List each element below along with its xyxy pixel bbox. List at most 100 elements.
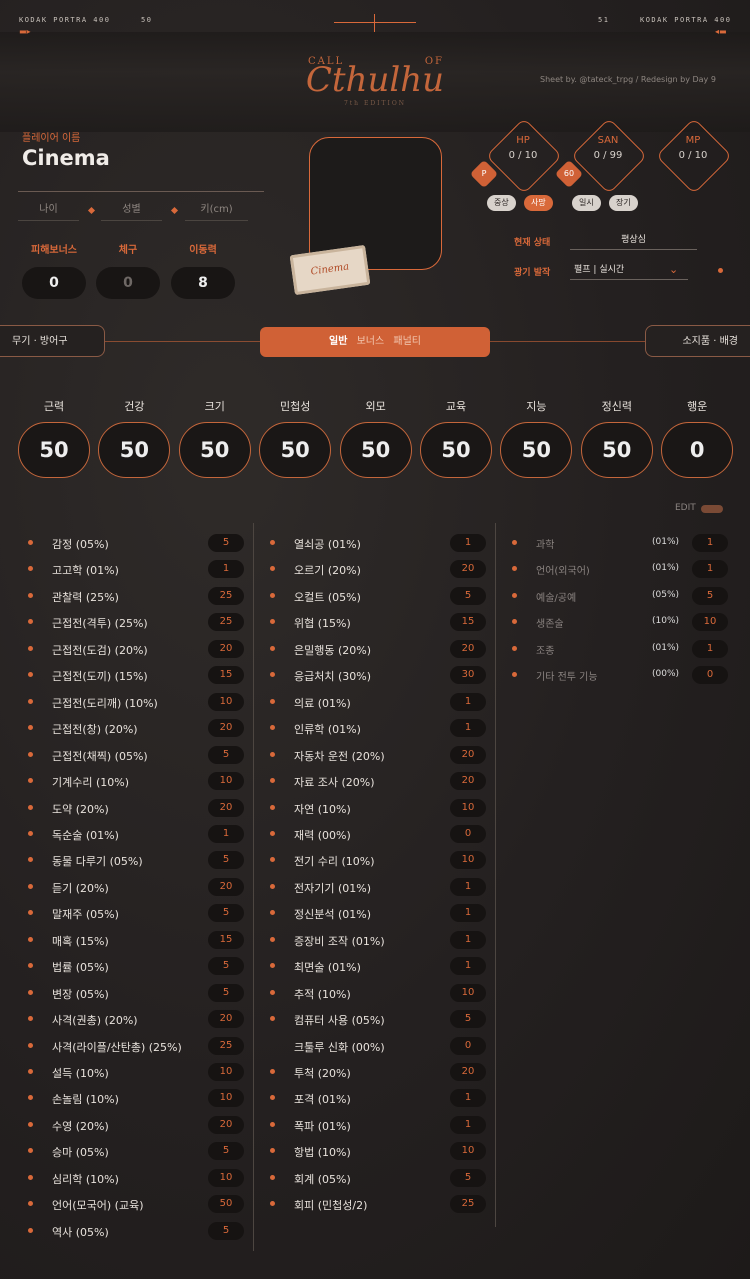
skill-value[interactable]: 5 xyxy=(208,1221,244,1240)
skill-row[interactable]: 포격 (01%) 1 xyxy=(270,1089,486,1108)
tab-general[interactable]: 일반 xyxy=(329,336,347,347)
skill-value[interactable]: 0 xyxy=(692,666,728,685)
skill-value[interactable]: 5 xyxy=(450,1168,486,1187)
skill-row[interactable]: 듣기 (20%) 20 xyxy=(28,877,244,896)
skill-value[interactable]: 5 xyxy=(208,957,244,976)
skill-row[interactable]: 자연 (10%) 10 xyxy=(270,798,486,817)
characteristic-value[interactable]: 50 xyxy=(339,422,412,478)
skill-value[interactable]: 1 xyxy=(692,560,728,579)
skill-row[interactable]: 기타 전투 기능 (00%) 0 xyxy=(512,666,730,685)
skill-row[interactable]: 열쇠공 (01%) 1 xyxy=(270,534,486,552)
skill-value[interactable]: 5 xyxy=(208,534,244,552)
skill-row[interactable]: 매혹 (15%) 15 xyxy=(28,930,244,949)
tab-penalty[interactable]: 패널티 xyxy=(393,336,421,347)
skill-row[interactable]: 크툴루 신화 (00%) 0 xyxy=(270,1036,486,1055)
skill-value[interactable]: 0 xyxy=(450,1036,486,1055)
skill-row[interactable]: 인류학 (01%) 1 xyxy=(270,719,486,738)
skill-row[interactable]: 사격(라이플/산탄총) (25%) 25 xyxy=(28,1036,244,1055)
skill-value[interactable]: 25 xyxy=(208,613,244,632)
chip-dead[interactable]: 사망 xyxy=(524,195,553,211)
skill-row[interactable]: 회계 (05%) 5 xyxy=(270,1168,486,1187)
chip-temporary[interactable]: 일시 xyxy=(572,195,601,211)
skill-value[interactable]: 1 xyxy=(208,560,244,579)
skill-value[interactable]: 5 xyxy=(450,586,486,605)
skill-value[interactable]: 5 xyxy=(208,904,244,923)
skill-row[interactable]: 추적 (10%) 10 xyxy=(270,983,486,1002)
skill-value[interactable]: 20 xyxy=(450,772,486,791)
skill-value[interactable]: 30 xyxy=(450,666,486,685)
skill-row[interactable]: 예술/공예 (05%) 5 xyxy=(512,586,730,605)
skill-value[interactable]: 10 xyxy=(450,851,486,870)
skill-value[interactable]: 10 xyxy=(450,1142,486,1161)
skill-row[interactable]: 근접전(도끼) (15%) 15 xyxy=(28,666,244,685)
skill-row[interactable]: 변장 (05%) 5 xyxy=(28,983,244,1002)
skill-value[interactable]: 0 xyxy=(450,824,486,843)
skill-row[interactable]: 고고학 (01%) 1 xyxy=(28,560,244,579)
skill-row[interactable]: 법률 (05%) 5 xyxy=(28,957,244,976)
skill-value[interactable]: 20 xyxy=(450,560,486,579)
san-value[interactable]: 0 / 99 xyxy=(570,150,646,161)
skill-row[interactable]: 폭파 (01%) 1 xyxy=(270,1115,486,1134)
skill-row[interactable]: 재력 (00%) 0 xyxy=(270,824,486,843)
tab-weapons-armor[interactable]: 무기 · 방어구 xyxy=(0,325,105,357)
skill-value[interactable]: 5 xyxy=(450,1010,486,1029)
skill-row[interactable]: 회피 (민첩성/2) 25 xyxy=(270,1195,486,1214)
skill-row[interactable]: 컴퓨터 사용 (05%) 5 xyxy=(270,1010,486,1029)
player-name[interactable]: Cinema xyxy=(22,146,110,170)
skill-row[interactable]: 언어(외국어) (01%) 1 xyxy=(512,560,730,579)
skill-row[interactable]: 의료 (01%) 1 xyxy=(270,692,486,711)
skill-value[interactable]: 10 xyxy=(208,1168,244,1187)
skill-value[interactable]: 10 xyxy=(208,772,244,791)
skill-value[interactable]: 5 xyxy=(208,851,244,870)
skill-row[interactable]: 말재주 (05%) 5 xyxy=(28,904,244,923)
skill-row[interactable]: 근접전(창) (20%) 20 xyxy=(28,719,244,738)
skill-value[interactable]: 20 xyxy=(450,745,486,764)
chip-indefinite[interactable]: 장기 xyxy=(609,195,638,211)
skill-value[interactable]: 1 xyxy=(692,534,728,552)
skill-row[interactable]: 근접전(격투) (25%) 25 xyxy=(28,613,244,632)
skill-value[interactable]: 5 xyxy=(208,1142,244,1161)
skill-row[interactable]: 응급처치 (30%) 30 xyxy=(270,666,486,685)
skill-value[interactable]: 10 xyxy=(692,613,728,632)
skill-row[interactable]: 사격(권총) (20%) 20 xyxy=(28,1010,244,1029)
skill-row[interactable]: 근접전(채찍) (05%) 5 xyxy=(28,745,244,764)
characteristic-value[interactable]: 50 xyxy=(500,422,573,478)
skill-row[interactable]: 오르기 (20%) 20 xyxy=(270,560,486,579)
skill-row[interactable]: 증장비 조작 (01%) 1 xyxy=(270,930,486,949)
skill-row[interactable]: 전기 수리 (10%) 10 xyxy=(270,851,486,870)
skill-row[interactable]: 위협 (15%) 15 xyxy=(270,613,486,632)
skill-row[interactable]: 자동차 운전 (20%) 20 xyxy=(270,745,486,764)
tab-bonus[interactable]: 보너스 xyxy=(357,336,385,347)
skill-value[interactable]: 1 xyxy=(450,692,486,711)
tab-belongings-background[interactable]: 소지품 · 배경 xyxy=(645,325,750,357)
skill-value[interactable]: 5 xyxy=(692,586,728,605)
skill-row[interactable]: 근접전(도리깨) (10%) 10 xyxy=(28,692,244,711)
skill-row[interactable]: 손놀림 (10%) 10 xyxy=(28,1089,244,1108)
characteristic-value[interactable]: 0 xyxy=(661,422,734,478)
skill-row[interactable]: 자료 조사 (20%) 20 xyxy=(270,772,486,791)
characteristic-value[interactable]: 50 xyxy=(580,422,653,478)
skill-row[interactable]: 투척 (20%) 20 xyxy=(270,1063,486,1081)
skill-row[interactable]: 최면술 (01%) 1 xyxy=(270,957,486,976)
skill-row[interactable]: 수영 (20%) 20 xyxy=(28,1115,244,1134)
skill-value[interactable]: 5 xyxy=(208,745,244,764)
skill-value[interactable]: 20 xyxy=(208,798,244,817)
skill-row[interactable]: 설득 (10%) 10 xyxy=(28,1063,244,1081)
skill-value[interactable]: 10 xyxy=(208,1063,244,1081)
skill-value[interactable]: 50 xyxy=(208,1195,244,1214)
skill-value[interactable]: 10 xyxy=(450,983,486,1002)
skill-value[interactable]: 20 xyxy=(450,639,486,658)
characteristic-value[interactable]: 50 xyxy=(98,422,171,478)
skill-value[interactable]: 1 xyxy=(692,639,728,658)
skill-value[interactable]: 15 xyxy=(450,613,486,632)
skill-value[interactable]: 15 xyxy=(208,666,244,685)
skill-row[interactable]: 언어(모국어) (교육) 50 xyxy=(28,1195,244,1214)
skill-value[interactable]: 25 xyxy=(450,1195,486,1214)
skill-row[interactable]: 은밀행동 (20%) 20 xyxy=(270,639,486,658)
skill-value[interactable]: 1 xyxy=(450,719,486,738)
skill-value[interactable]: 15 xyxy=(208,930,244,949)
skill-row[interactable]: 역사 (05%) 5 xyxy=(28,1221,244,1240)
skill-value[interactable]: 1 xyxy=(450,904,486,923)
skill-value[interactable]: 1 xyxy=(450,534,486,552)
age-field[interactable]: 나이 xyxy=(18,200,79,221)
